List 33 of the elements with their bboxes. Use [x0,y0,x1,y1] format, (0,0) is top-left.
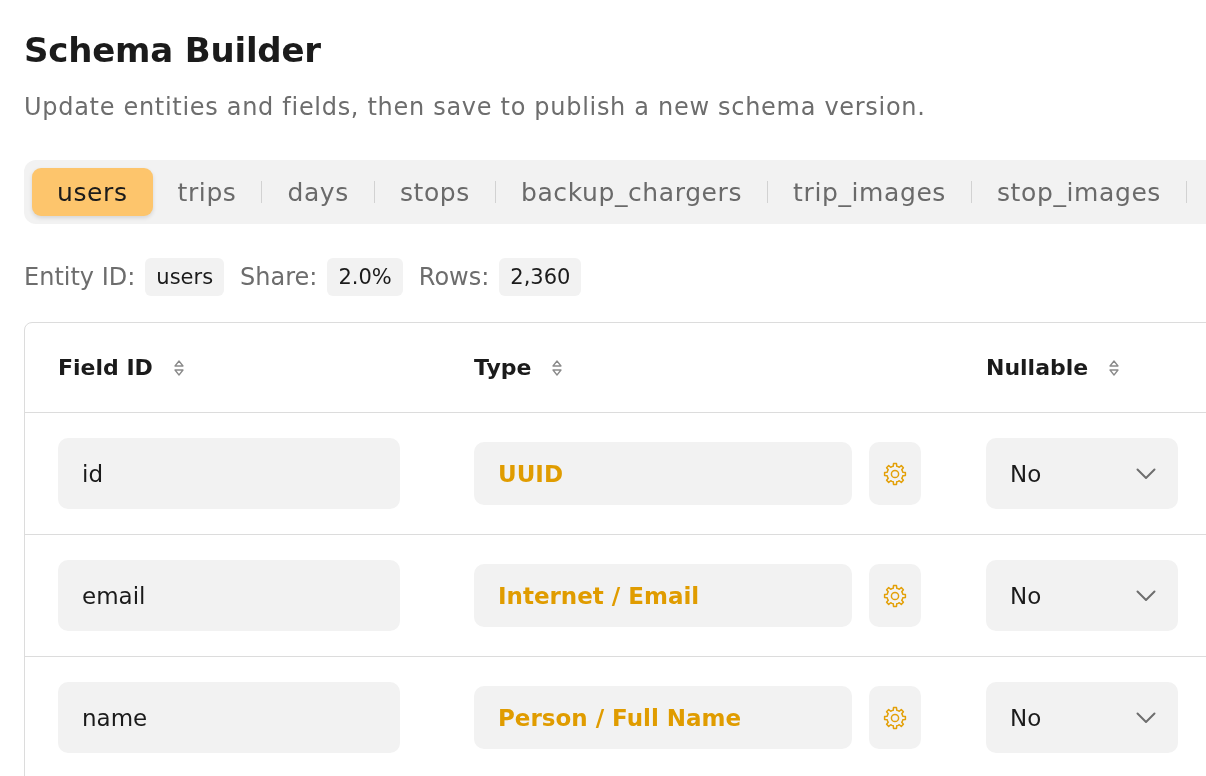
entity-tab[interactable]: trip_images [768,168,971,216]
chevron-down-icon [1136,589,1156,602]
column-header: Nullable [986,355,1089,380]
type-settings-button[interactable] [869,686,921,749]
chevron-down-icon [1136,467,1156,480]
entity-info-value: 2.0% [327,258,403,296]
nullable-select[interactable]: No [986,682,1178,753]
nullable-select[interactable]: No [986,438,1178,509]
entity-info-value: users [145,258,225,296]
settings-icon [883,461,907,486]
field-id-input[interactable]: id [58,438,400,509]
entity-tab[interactable]: users [32,168,153,216]
entity-tab[interactable]: days [262,168,374,216]
entity-info-label: Rows: [418,263,490,291]
page-subtitle: Update entities and fields, then save to publish a new schema version. [24,92,927,122]
entity-tab[interactable]: stop_images [972,168,1186,216]
settings-icon [883,583,907,608]
nullable-select[interactable]: No [986,560,1178,631]
settings-icon [883,705,907,730]
column-header: Field ID [58,355,153,380]
page-title: Schema Builder [24,30,322,70]
column-header: Type [474,355,532,380]
entity-tab[interactable]: trips [152,168,262,216]
field-id-input[interactable]: email [58,560,400,631]
entity-tab[interactable]: backup_chargers [495,168,768,216]
entity-info-value: 2,360 [499,258,582,296]
chevron-down-icon [1136,711,1156,724]
entity-info-label: Share: [240,263,318,291]
type-settings-button[interactable] [869,564,921,627]
field-id-input[interactable]: name [58,682,400,753]
entity-info-label: Entity ID: [24,263,136,291]
type-settings-button[interactable] [869,442,921,505]
entity-tab[interactable]: stops [374,168,495,216]
